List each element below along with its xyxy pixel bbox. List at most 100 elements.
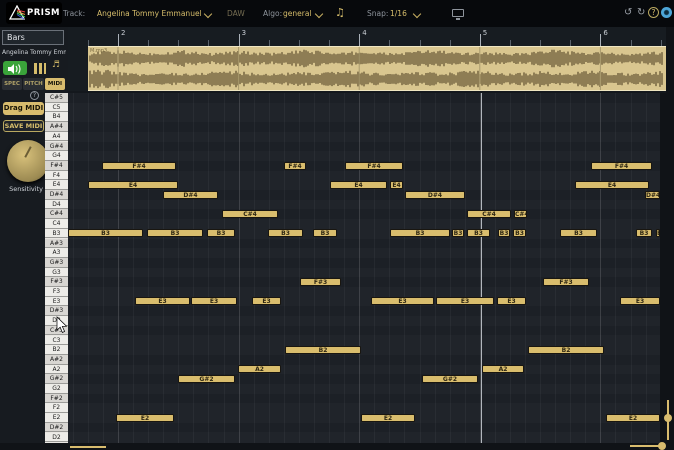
music-note-icon[interactable]: ♫ [335,6,345,19]
midi-note[interactable]: E3 [371,297,434,305]
midi-note[interactable]: B3 [452,229,464,237]
midi-note[interactable]: E4 [330,181,387,189]
piano-key-E2[interactable]: E2 [45,413,68,423]
spectrum-bars-icon[interactable] [34,63,46,74]
midi-note[interactable]: B3 [498,229,510,237]
midi-note[interactable]: F#3 [543,278,589,286]
midi-note[interactable]: D#4 [645,191,660,199]
tab-midi[interactable]: MIDI [45,78,65,90]
horizontal-scrollbar[interactable] [0,443,674,450]
track-chevron-down-icon[interactable] [205,11,211,17]
tab-spec[interactable]: SPEC [2,78,22,90]
midi-note[interactable]: B3 [467,229,490,237]
piano-key-G#3[interactable]: G#3 [45,258,68,268]
piano-key-D4[interactable]: D4 [45,200,68,210]
midi-note[interactable]: E4 [88,181,178,189]
vertical-scrollbar-handle[interactable] [664,414,672,422]
piano-key-A2[interactable]: A2 [45,365,68,375]
midi-note[interactable]: B3 [268,229,303,237]
midi-help-icon[interactable]: ? [30,91,39,100]
midi-note[interactable]: F#3 [300,278,341,286]
midi-note[interactable]: E4 [390,181,403,189]
midi-note[interactable]: B2 [285,346,361,354]
piano-key-D2[interactable]: D2 [45,433,68,443]
piano-key-A#3[interactable]: A#3 [45,239,68,249]
settings-blue-icon[interactable] [661,7,672,18]
piano-key-E3[interactable]: E3 [45,297,68,307]
midi-note-icon[interactable]: ♬ [52,60,60,70]
bars-selector[interactable]: Bars [2,30,64,45]
vertical-scrollbar[interactable] [660,93,674,450]
piano-key-D#3[interactable]: D#3 [45,306,68,316]
tab-pitch[interactable]: PITCH [23,78,44,90]
piano-key-F#3[interactable]: F#3 [45,277,68,287]
algo-chevron-down-icon[interactable] [316,11,322,17]
piano-key-G#4[interactable]: G#4 [45,142,68,152]
midi-note[interactable]: E2 [606,414,660,422]
redo-icon[interactable]: ↻ [637,7,645,18]
piano-key-B3[interactable]: B3 [45,229,68,239]
midi-note[interactable]: C#4 [222,210,278,218]
audio-monitor-button[interactable] [3,61,27,75]
midi-note[interactable]: E3 [620,297,660,305]
algo-dropdown[interactable]: general [283,9,312,18]
midi-note[interactable]: E3 [497,297,526,305]
midi-note[interactable]: A2 [238,365,281,373]
midi-note[interactable]: B3 [636,229,652,237]
piano-key-B4[interactable]: B4 [45,112,68,122]
midi-note[interactable]: F#4 [102,162,176,170]
midi-note[interactable]: F#4 [591,162,652,170]
piano-key-C#5[interactable]: C#5 [45,93,68,103]
bar-ruler[interactable]: 23456 [68,27,666,46]
piano-key-F4[interactable]: F4 [45,171,68,181]
midi-note[interactable]: B3 [147,229,203,237]
piano-key-A3[interactable]: A3 [45,248,68,258]
midi-note[interactable]: E4 [575,181,649,189]
piano-key-F#4[interactable]: F#4 [45,161,68,171]
midi-note[interactable]: D#4 [163,191,218,199]
midi-note[interactable]: B3 [513,229,526,237]
piano-key-C3[interactable]: C3 [45,336,68,346]
midi-note[interactable]: E2 [361,414,415,422]
midi-note[interactable]: C#4 [467,210,511,218]
audio-waveform[interactable]: M.mp3 [88,46,666,91]
piano-key-G2[interactable]: G2 [45,384,68,394]
horizontal-scrollbar-handle[interactable] [658,442,666,450]
piano-key-D#4[interactable]: D#4 [45,190,68,200]
midi-note[interactable]: B2 [528,346,604,354]
piano-key-E4[interactable]: E4 [45,180,68,190]
piano-key-G4[interactable]: G4 [45,151,68,161]
midi-note[interactable]: E3 [191,297,237,305]
piano-key-A4[interactable]: A4 [45,132,68,142]
piano-roll-grid[interactable]: F#4F#4F#4F#4E4E4E4E4D#4D#4D#4C#4C#4C#4B3… [68,93,660,443]
midi-note[interactable]: B3 [313,229,337,237]
track-name-dropdown[interactable]: Angelina Tommy Emmanuel [97,9,202,18]
midi-note[interactable]: E2 [116,414,174,422]
midi-note[interactable]: E3 [135,297,190,305]
monitor-icon[interactable] [452,9,464,17]
piano-key-F3[interactable]: F3 [45,287,68,297]
sensitivity-knob[interactable] [7,140,49,182]
piano-key-A#4[interactable]: A#4 [45,122,68,132]
midi-note[interactable]: G#2 [178,375,235,383]
midi-note[interactable]: E3 [436,297,494,305]
midi-note[interactable]: G#2 [422,375,478,383]
piano-key-G#2[interactable]: G#2 [45,374,68,384]
piano-key-C#4[interactable]: C#4 [45,209,68,219]
piano-key-G3[interactable]: G3 [45,268,68,278]
snap-chevron-down-icon[interactable] [414,11,420,17]
piano-key-C4[interactable]: C4 [45,219,68,229]
help-icon[interactable]: ? [648,7,659,18]
midi-note[interactable]: D#4 [405,191,465,199]
piano-key-C5[interactable]: C5 [45,103,68,113]
midi-note[interactable]: C#4 [514,210,527,218]
midi-note[interactable]: A2 [482,365,524,373]
midi-note[interactable]: B3 [560,229,597,237]
undo-icon[interactable]: ↺ [624,7,632,18]
midi-note[interactable]: F#4 [284,162,306,170]
save-midi-button[interactable]: SAVE MIDI [3,120,44,132]
midi-note[interactable]: F#4 [345,162,403,170]
piano-key-B2[interactable]: B2 [45,345,68,355]
piano-key-F#2[interactable]: F#2 [45,394,68,404]
midi-note[interactable]: B3 [207,229,235,237]
